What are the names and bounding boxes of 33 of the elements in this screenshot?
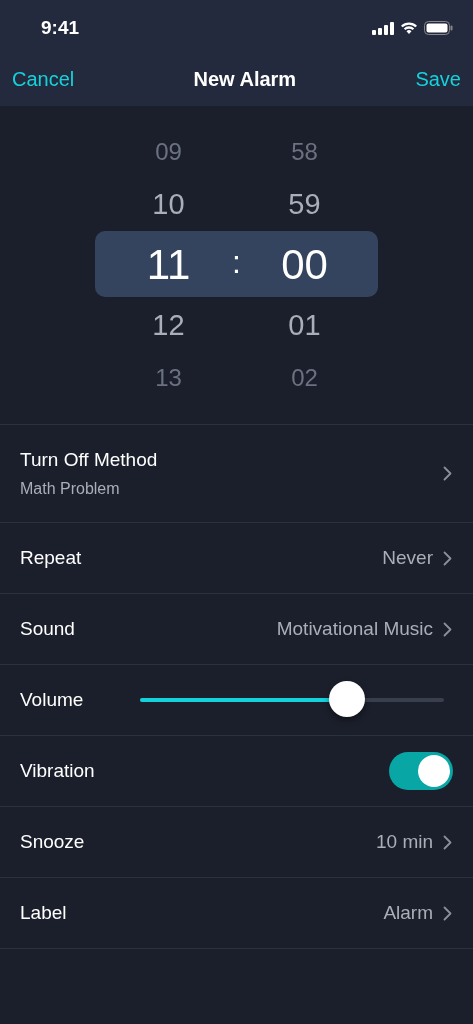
- minute-value[interactable]: 59: [288, 190, 321, 219]
- time-separator: :: [231, 243, 242, 281]
- wifi-icon: [400, 21, 418, 35]
- setting-label: Turn Off Method: [20, 449, 158, 471]
- setting-label: Repeat: [20, 547, 82, 569]
- setting-label: Snooze: [20, 831, 85, 853]
- cancel-button[interactable]: Cancel: [12, 67, 75, 91]
- setting-value[interactable]: Motivational Music: [276, 618, 433, 640]
- setting-label: Vibration: [20, 760, 95, 782]
- minute-value[interactable]: 01: [288, 311, 321, 340]
- vibration-toggle[interactable]: [389, 752, 453, 790]
- setting-subtitle: Math Problem: [20, 480, 121, 498]
- setting-label: Sound: [20, 618, 75, 640]
- setting-value[interactable]: Never: [382, 547, 433, 569]
- setting-label: Volume: [20, 689, 84, 711]
- minute-value[interactable]: 00: [281, 244, 328, 286]
- screen-title: New Alarm: [193, 67, 297, 91]
- signal-icon: [372, 21, 394, 35]
- chevron-icon: [443, 834, 452, 850]
- hour-value[interactable]: 12: [152, 311, 185, 340]
- setting-label: Label: [20, 902, 67, 924]
- save-button[interactable]: Save: [415, 67, 461, 91]
- hour-value[interactable]: 10: [152, 190, 185, 219]
- setting-value[interactable]: Alarm: [383, 902, 433, 924]
- chevron-icon: [443, 905, 452, 921]
- chevron-icon: [443, 550, 452, 566]
- chevron-icon: [443, 466, 452, 481]
- setting-value[interactable]: 10 min: [375, 831, 433, 853]
- status-time: 9:41: [41, 17, 80, 39]
- chevron-icon: [443, 621, 452, 637]
- slider-thumb[interactable]: [328, 681, 365, 717]
- hour-value[interactable]: 11: [146, 244, 191, 286]
- battery-icon: [424, 21, 453, 35]
